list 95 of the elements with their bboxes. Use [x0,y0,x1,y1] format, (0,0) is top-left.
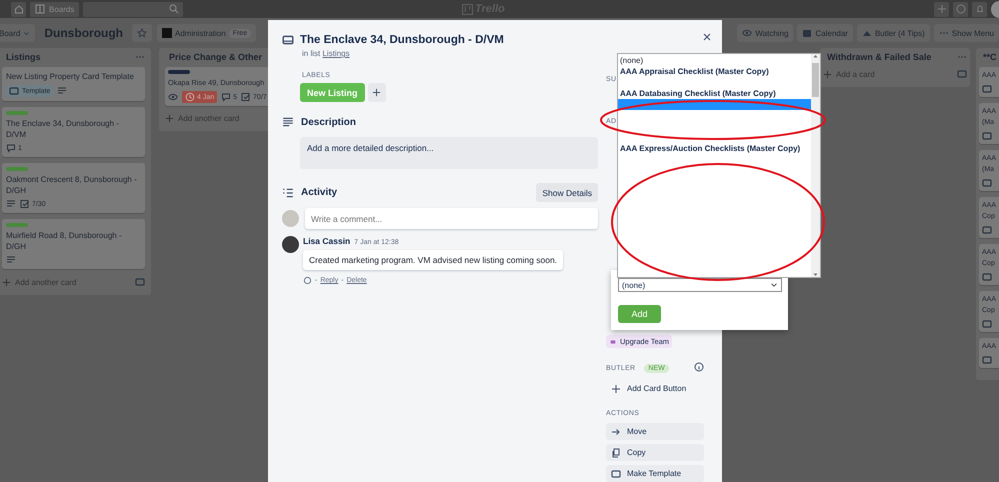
option-group-label: AAA Express/Auction Checklists (Master Copy) [619,143,802,154]
list-title[interactable]: Withdrawn & Failed Sale [827,52,932,62]
logo-icon [462,4,473,14]
chevron-icon [770,281,778,289]
plus-icon [372,88,382,97]
description-icon [282,116,294,128]
template-icon [982,178,992,188]
option-group-label: AAA Appraisal Checklist (Master Copy) [619,66,770,77]
scrollbar-thumb[interactable] [812,63,819,97]
team-logo-icon [162,28,172,38]
arrow-icon [611,426,621,436]
home-icon [14,4,24,14]
template-icon [982,84,992,94]
activity-heading: Activity [301,187,338,198]
scroll-down-arrow-icon[interactable] [813,272,818,277]
checklist-icon [241,92,252,102]
eye-icon [168,92,178,102]
notifications-button[interactable] [972,2,987,16]
clock-icon [185,92,195,102]
template-icon [982,319,992,329]
activity-icon [282,186,294,198]
add-card-button[interactable]: Add Card Button [606,380,704,397]
checklist-select[interactable]: (none) [618,278,782,292]
home-button[interactable] [11,2,26,16]
search-field[interactable] [83,2,184,16]
comment-field[interactable]: Write a comment... [305,208,598,229]
chevron-icon [23,30,30,36]
description-icon [6,199,16,209]
action-button[interactable]: Move [606,423,704,440]
board-icon [35,4,45,14]
board-title[interactable]: Dunsborough [40,26,128,40]
info-icon [694,362,704,372]
add-button[interactable] [934,2,949,16]
board-header-button[interactable]: Watching [737,24,794,42]
list-title[interactable]: Listings [6,52,41,62]
comment-icon [6,143,16,153]
scroll-up-arrow-icon[interactable] [813,54,818,59]
plus-icon [165,114,174,123]
scrollbar[interactable] [811,54,820,277]
add-label-button[interactable] [368,83,386,102]
card-title: The Enclave 34, Dunsborough - D/VM [6,118,120,140]
close-icon [702,32,712,42]
checklist-icon [20,199,30,209]
board-menu-button[interactable]: Board [0,24,36,42]
list-title[interactable]: Price Change & Other [169,52,262,62]
plus-icon [2,278,11,286]
comment-author: Lisa Cassin [303,236,350,246]
template-icon [982,272,992,282]
board-header-button[interactable]: Calendar [797,24,853,42]
plus-icon [936,4,946,14]
list-location-text: in list Listings [302,49,351,58]
comment-icon [221,92,232,102]
template-icon [957,69,967,79]
card-title: New Listing Property Card Template [6,71,135,82]
star-button[interactable] [132,24,152,42]
description-icon [57,86,68,96]
comment-text: Created marketing program. VM advised new listing coming soon. [303,250,564,270]
avatar-icon [282,210,299,227]
bell-icon [974,4,984,14]
template-icon [982,355,992,365]
template-icon [982,131,992,141]
listbox-option[interactable]: (none) [618,55,811,66]
star-icon [137,28,148,38]
action-button[interactable]: Copy [606,444,704,461]
template-icon [9,86,19,96]
card-label-chip[interactable]: New Listing [300,83,365,102]
info-button[interactable] [953,2,968,16]
eye-icon [742,28,752,38]
board-header-button[interactable]: Show Menu [934,24,999,42]
card-title: Muirfield Road 8, Dunsborough - D/GH [6,230,123,252]
plus-icon [823,70,832,78]
action-button[interactable]: Make Template [606,465,704,482]
template-icon [611,468,621,478]
card-icon [282,34,294,46]
avatar-icon [282,236,299,253]
checklist-listbox[interactable]: (none) AAA Appraisal Checklist (Master Copy) AAA Databasing Checklist (Master Copy) AAA Express/Auction Checklists (Master Copy) [617,53,821,278]
board-header-button[interactable]: Butler (4 Tips) [856,24,930,42]
boards-button[interactable]: Boards [30,2,80,16]
card-title-heading[interactable]: The Enclave 34, Dunsborough - D/VM [300,34,504,46]
copy-icon [611,448,621,458]
template-icon [135,277,145,287]
show-details-button[interactable]: Show Details [536,183,598,202]
plus-icon [611,384,621,394]
option-group-label: AAA Databasing Checklist (Master Copy) [619,88,777,99]
card-title: Oakmont Crescent 8, Dunsborough - D/GH [6,174,138,196]
list-title[interactable]: **C [983,52,997,62]
template-icon [982,225,992,235]
list-link[interactable]: Listings [322,49,350,58]
info-icon [956,4,966,14]
board-card[interactable]: Muirfield Road 8, Dunsborough - D/GH [2,219,145,269]
add-button[interactable]: Add [618,305,661,323]
description-field[interactable]: Add a more detailed description... [300,137,598,169]
description-icon [6,255,16,265]
description-heading: Description [301,116,356,128]
search-icon [169,4,180,14]
